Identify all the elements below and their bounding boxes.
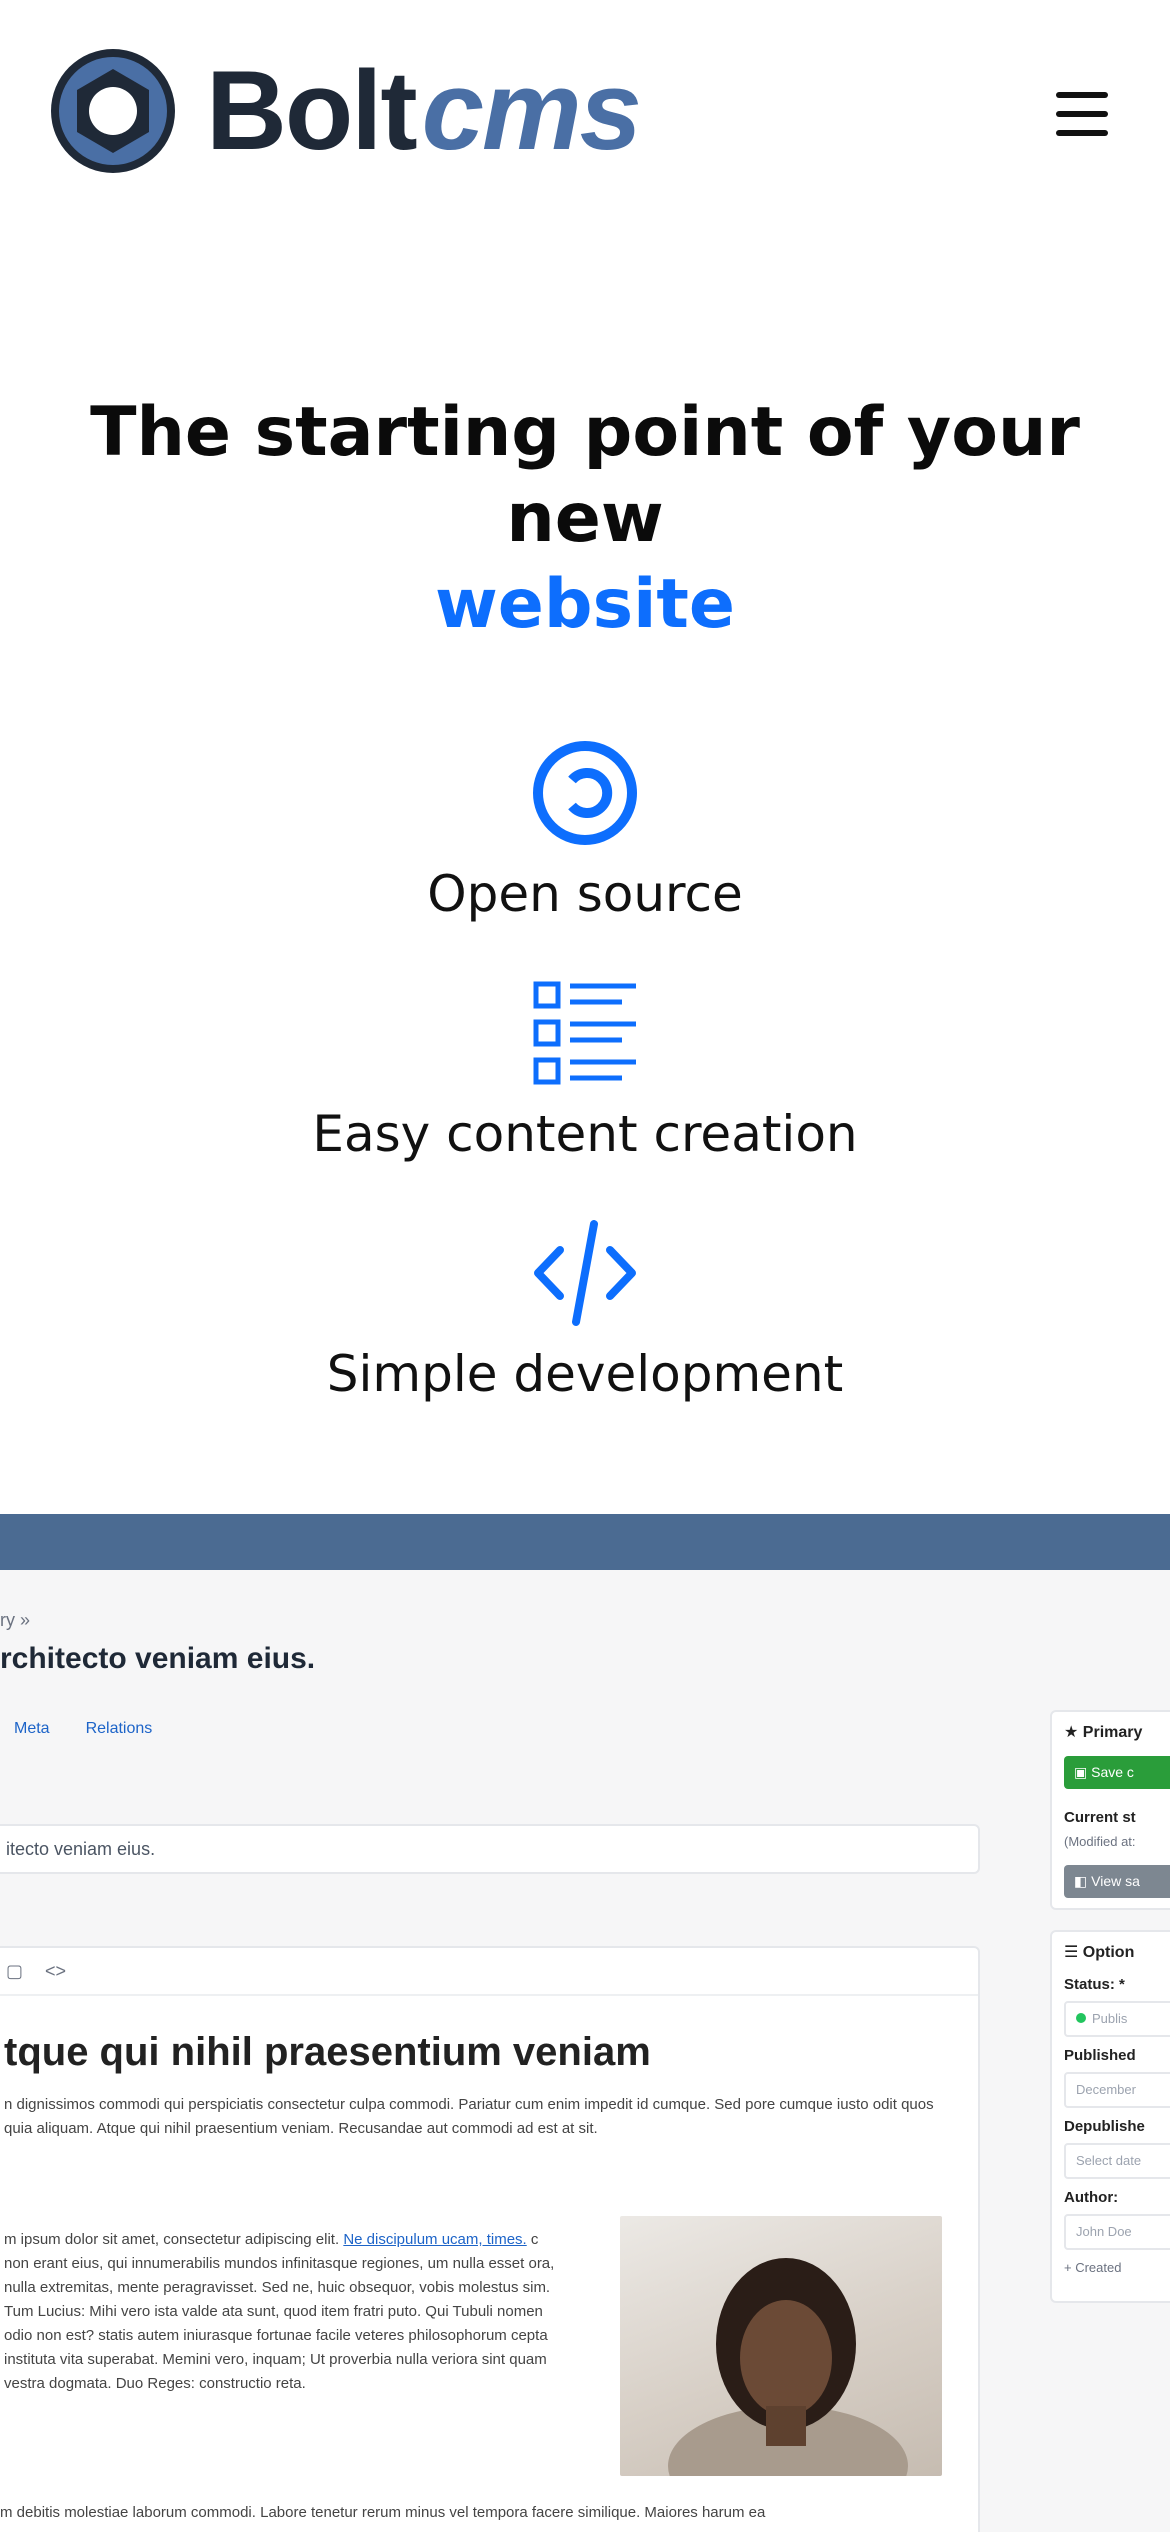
site-header: Bolt cms bbox=[0, 0, 1170, 230]
preview-depublish-label: Depublishe bbox=[1064, 2118, 1145, 2135]
feature-open-source: Open source bbox=[0, 740, 1170, 924]
checklist-icon bbox=[533, 981, 636, 1085]
preview-portrait-image bbox=[620, 2216, 942, 2476]
preview-author-input: John Doe bbox=[1064, 2214, 1170, 2250]
portrait-illustration bbox=[668, 2258, 908, 2476]
preview-options-card: ☰ Option Status: * Publis Published Dece… bbox=[1050, 1930, 1170, 2303]
preview-options-heading: ☰ Option bbox=[1064, 1944, 1135, 1961]
brand-wordmark-bolt: Bolt bbox=[206, 48, 418, 173]
brand-wordmark-cms: cms bbox=[421, 48, 642, 173]
preview-status-select: Publis bbox=[1064, 2001, 1170, 2037]
preview-author-label: Author: bbox=[1064, 2189, 1119, 2206]
preview-para-start: m ipsum dolor sit amet, consectetur adip… bbox=[4, 2231, 340, 2248]
preview-status-label: Status: * bbox=[1064, 1976, 1125, 1993]
hero-title: The starting point of your new website bbox=[0, 390, 1170, 648]
hamburger-line bbox=[1056, 111, 1108, 117]
preview-editor-heading: tque qui nihil praesentium veniam bbox=[4, 2030, 651, 2074]
preview-source-icon: ▢ bbox=[6, 1960, 24, 1981]
copyleft-icon bbox=[533, 741, 637, 845]
preview-tabs: Meta Relations bbox=[14, 1720, 152, 1738]
admin-preview-screenshot: ry » rchitecto veniam eius. Meta Relatio… bbox=[0, 1514, 1170, 2532]
preview-tab-relations: Relations bbox=[85, 1720, 153, 1737]
brand-logo[interactable]: Bolt cms bbox=[48, 46, 642, 176]
preview-published-label: Published bbox=[1064, 2047, 1136, 2064]
feature-development: Simple development bbox=[0, 1220, 1170, 1404]
preview-save-button: ▣ Save c bbox=[1064, 1756, 1170, 1789]
feature-label: Open source bbox=[427, 865, 743, 923]
preview-para-rest: c non erant eius, qui innumerabilis mund… bbox=[4, 2231, 555, 2392]
status-dot bbox=[1076, 2013, 1086, 2023]
preview-view-button: ◧ View sa bbox=[1064, 1865, 1170, 1898]
code-icon bbox=[534, 1220, 636, 1326]
hero-title-accent: website bbox=[434, 565, 736, 644]
preview-bottom-text: m debitis molestiae laborum commodi. Lab… bbox=[0, 2504, 766, 2521]
preview-para-link: Ne discipulum ucam, times. bbox=[343, 2231, 527, 2248]
preview-published-input: December bbox=[1064, 2072, 1170, 2108]
preview-created-label: + Created bbox=[1064, 2260, 1122, 2275]
hamburger-menu-icon[interactable] bbox=[1056, 92, 1108, 136]
preview-primary-card: ★ Primary ▣ Save c Current st (Modified … bbox=[1050, 1710, 1170, 1910]
preview-depublish-input: Select date bbox=[1064, 2143, 1170, 2179]
preview-breadcrumb: ry » bbox=[0, 1610, 31, 1630]
preview-sidebar: ★ Primary ▣ Save c Current st (Modified … bbox=[1050, 1710, 1170, 2532]
preview-editor-toolbar: ▢ <> bbox=[0, 1948, 978, 1996]
preview-title-field: itecto veniam eius. bbox=[0, 1824, 980, 1874]
preview-primary-heading: ★ Primary bbox=[1064, 1724, 1143, 1741]
preview-editor: ▢ <> tque qui nihil praesentium veniam n… bbox=[0, 1946, 980, 2532]
hamburger-line bbox=[1056, 130, 1108, 136]
bolt-hex-nut-icon bbox=[51, 49, 175, 173]
preview-page-title: rchitecto veniam eius. bbox=[0, 1642, 316, 1675]
hamburger-line bbox=[1056, 92, 1108, 98]
preview-editor-paragraph-2: m ipsum dolor sit amet, consectetur adip… bbox=[4, 2228, 564, 2396]
preview-top-bar bbox=[0, 1514, 1170, 1570]
feature-label: Easy content creation bbox=[312, 1105, 858, 1163]
hero-title-line: The starting point of your new bbox=[90, 393, 1080, 558]
brand-wordmark: Bolt cms bbox=[206, 48, 642, 173]
feature-content-creation: Easy content creation bbox=[0, 980, 1170, 1164]
preview-code-icon: <> bbox=[45, 1960, 67, 1981]
preview-modified-at: (Modified at: bbox=[1064, 1834, 1136, 1849]
hero-section: The starting point of your new website bbox=[0, 390, 1170, 648]
feature-label: Simple development bbox=[326, 1345, 844, 1403]
preview-tab-meta: Meta bbox=[14, 1720, 50, 1737]
preview-editor-paragraph: n dignissimos commodi qui perspiciatis c… bbox=[4, 2096, 934, 2137]
preview-current-status-label: Current st bbox=[1064, 1809, 1136, 1826]
